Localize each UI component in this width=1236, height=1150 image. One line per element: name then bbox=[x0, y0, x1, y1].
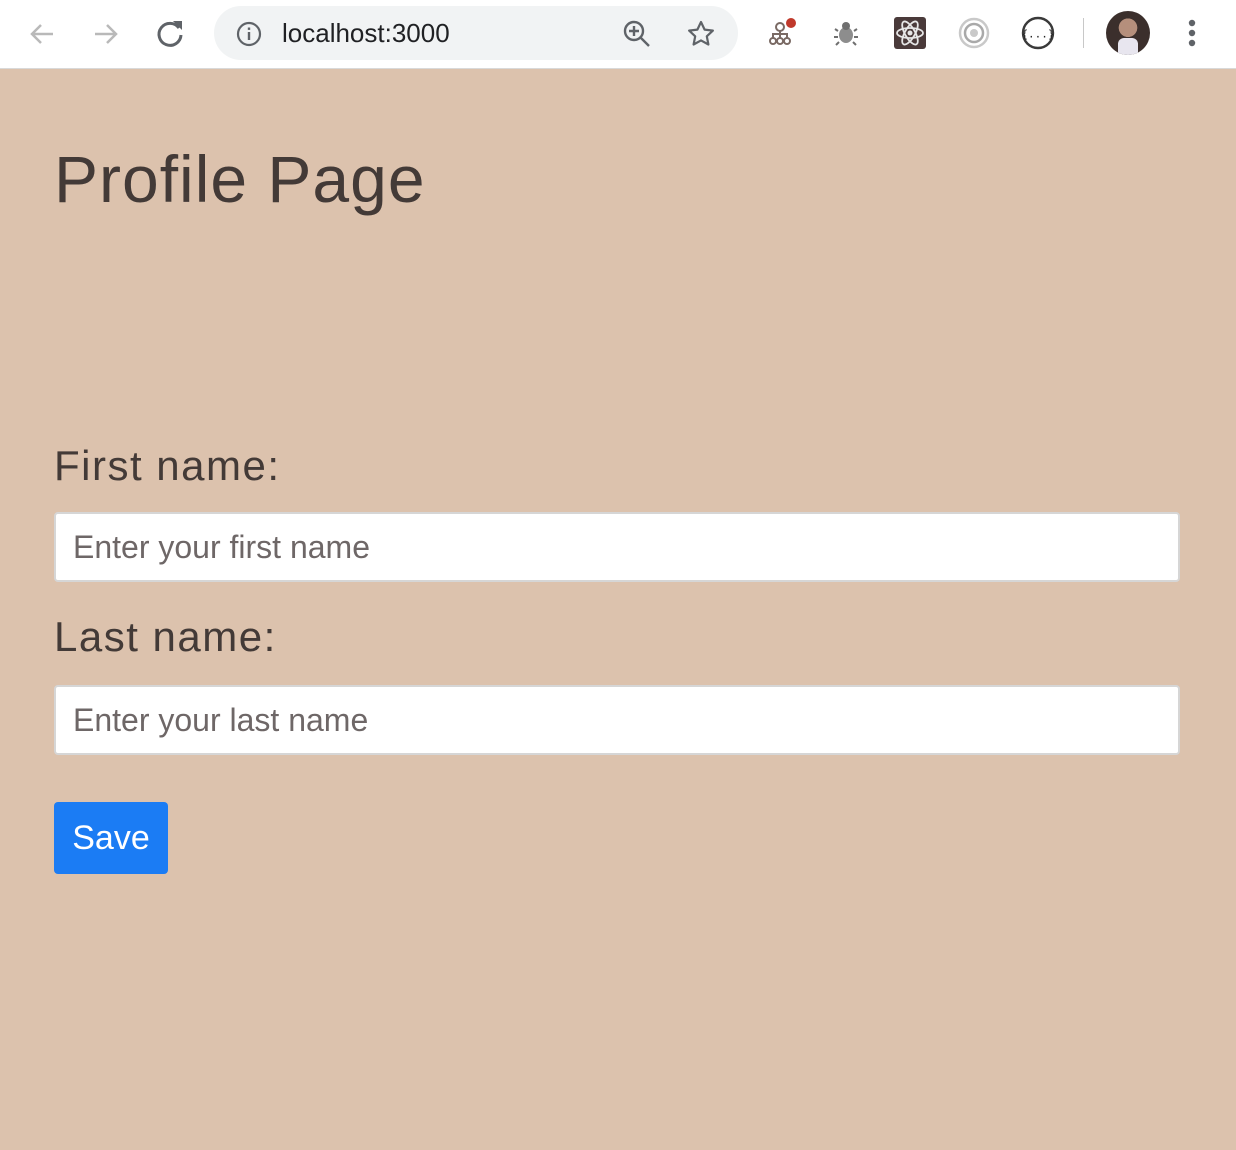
first-name-label: First name: bbox=[54, 442, 281, 489]
url-text[interactable]: localhost:3000 bbox=[282, 19, 450, 47]
star-icon[interactable] bbox=[686, 19, 716, 49]
page-title: Profile Page bbox=[54, 142, 426, 216]
extension-target-icon[interactable] bbox=[956, 15, 992, 51]
address-bar[interactable]: localhost:3000 bbox=[214, 6, 738, 60]
zoom-in-icon[interactable] bbox=[622, 19, 652, 49]
reload-icon bbox=[157, 21, 183, 47]
extension-react-icon[interactable] bbox=[892, 15, 928, 51]
info-icon[interactable] bbox=[236, 21, 262, 47]
arrow-left-icon bbox=[30, 24, 53, 44]
browser-toolbar: localhost:3000 {...} bbox=[0, 0, 1236, 69]
reload-button[interactable] bbox=[150, 14, 190, 54]
extension-graph-icon[interactable] bbox=[764, 15, 800, 51]
save-button[interactable]: Save bbox=[54, 802, 168, 874]
more-vertical-icon[interactable] bbox=[1178, 14, 1206, 54]
profile-avatar[interactable] bbox=[1106, 11, 1150, 55]
last-name-label: Last name: bbox=[54, 613, 277, 660]
forward-button[interactable] bbox=[86, 14, 126, 54]
extension-json-icon[interactable]: {...} bbox=[1020, 15, 1056, 51]
back-button[interactable] bbox=[22, 14, 62, 54]
last-name-input[interactable] bbox=[54, 685, 1180, 755]
extension-bug-icon[interactable] bbox=[828, 15, 864, 51]
toolbar-separator bbox=[1083, 18, 1084, 48]
arrow-right-icon bbox=[95, 24, 118, 44]
first-name-input[interactable] bbox=[54, 512, 1180, 582]
page-content: Profile Page First name: Last name: Save bbox=[0, 69, 1236, 1150]
svg-text:{...}: {...} bbox=[1021, 28, 1054, 41]
